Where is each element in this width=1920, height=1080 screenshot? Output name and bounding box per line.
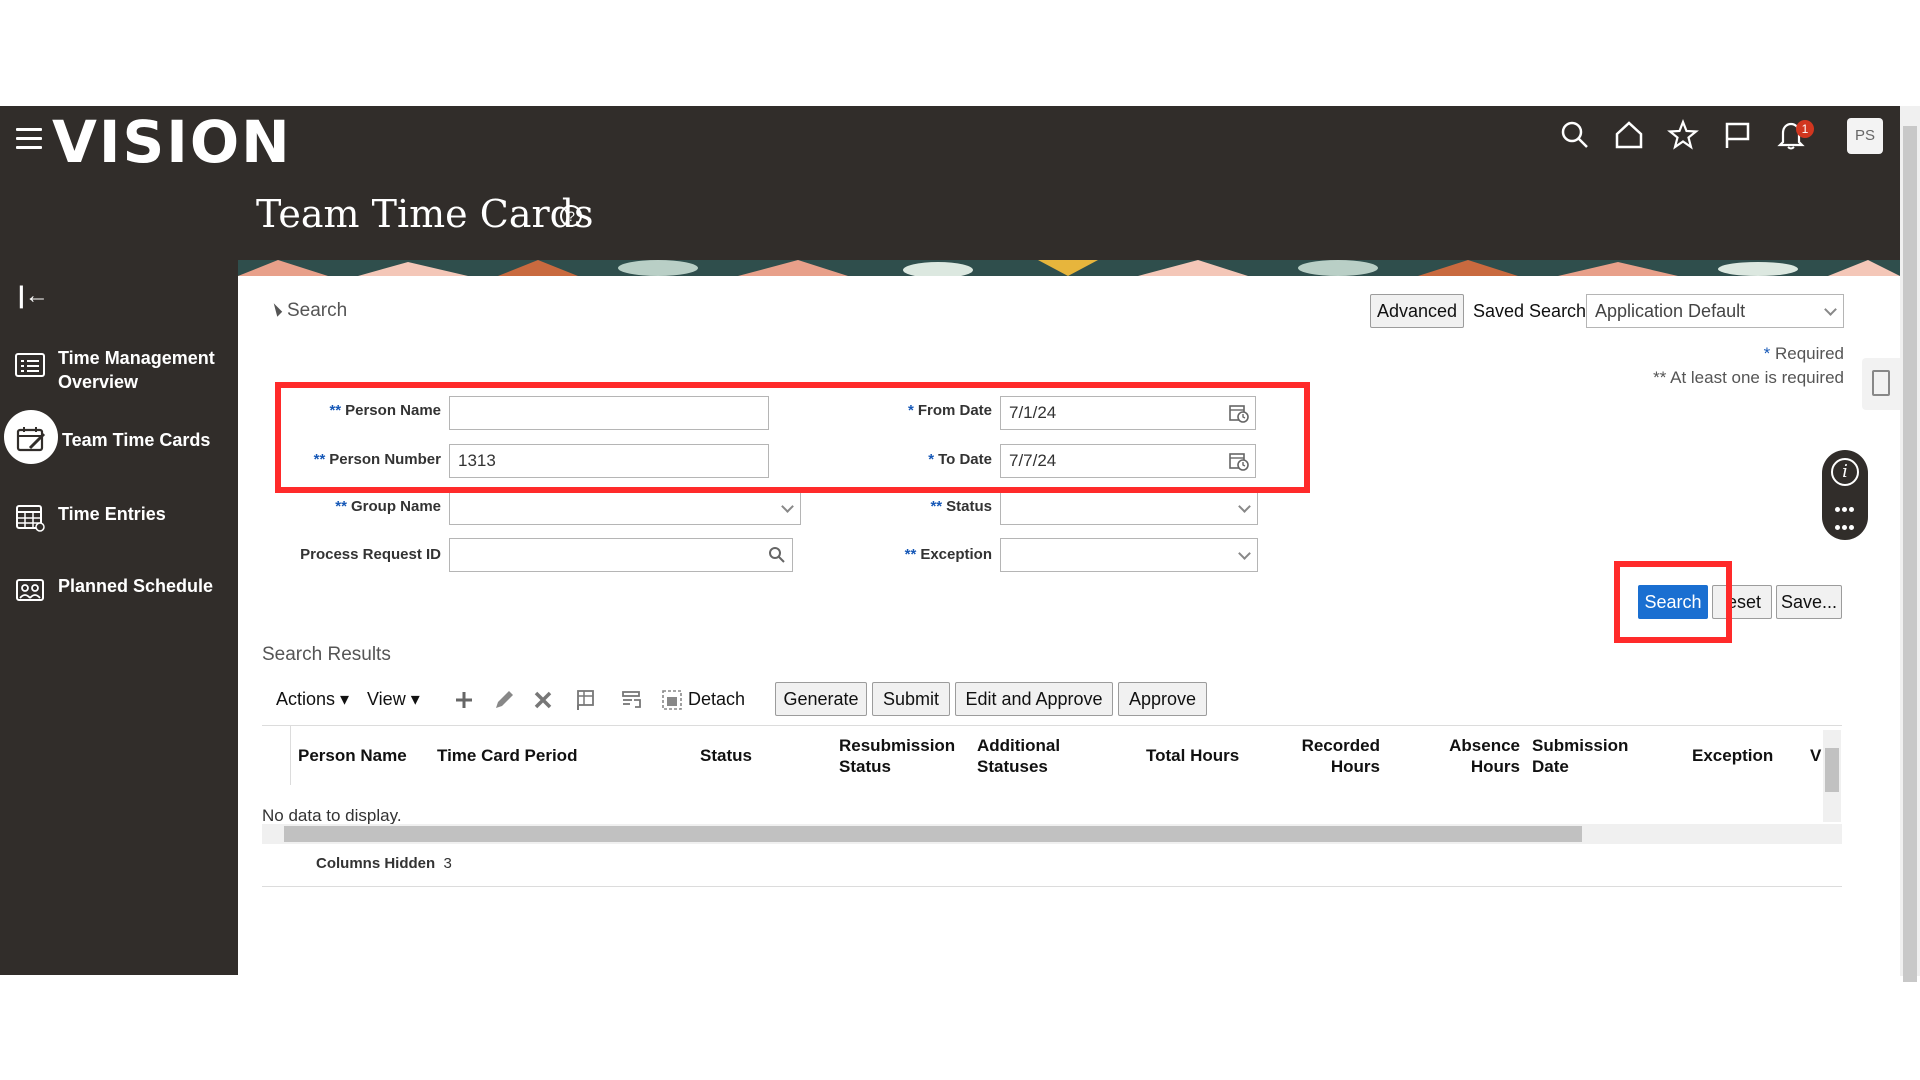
submit-button[interactable]: Submit bbox=[872, 682, 950, 716]
window-vertical-scrollbar[interactable] bbox=[1900, 106, 1920, 982]
column-header-total-hours[interactable]: Total Hours bbox=[1146, 745, 1239, 766]
highlight-box-search bbox=[1614, 561, 1732, 643]
sidebar-item-team-time-cards[interactable]: Team Time Cards bbox=[0, 412, 238, 468]
approve-button[interactable]: Approve bbox=[1118, 682, 1207, 716]
status-select[interactable] bbox=[1000, 491, 1258, 525]
search-results-label: Search Results bbox=[262, 644, 391, 665]
scrollbar-thumb[interactable] bbox=[284, 826, 1582, 842]
empty-table-message: No data to display. bbox=[262, 806, 402, 825]
exception-select[interactable] bbox=[1000, 538, 1258, 572]
saved-search-label: Saved Search bbox=[1473, 301, 1587, 321]
screen: VISION Team Time Cards ? 1 PS |← Time Ma… bbox=[0, 0, 1920, 1080]
sidebar-item-label: Team Time Cards bbox=[62, 430, 211, 450]
column-header-person-name[interactable]: Person Name bbox=[298, 745, 407, 766]
advanced-button[interactable]: Advanced bbox=[1370, 294, 1464, 328]
sidebar-item-time-entries[interactable]: Time Entries bbox=[0, 490, 238, 546]
generate-button[interactable]: Generate bbox=[775, 682, 867, 716]
column-header-time-card-period[interactable]: Time Card Period bbox=[437, 745, 577, 766]
wrap-icon[interactable] bbox=[620, 688, 644, 712]
sidebar-item-label: Time Entries bbox=[58, 504, 166, 524]
freeze-column-icon[interactable] bbox=[572, 688, 596, 712]
app-logo[interactable]: VISION bbox=[52, 108, 292, 176]
search-icon[interactable] bbox=[1558, 118, 1592, 152]
view-menu[interactable]: View ▾ bbox=[367, 689, 420, 710]
table-vertical-scrollbar[interactable] bbox=[1823, 730, 1841, 822]
saved-search-value: Application Default bbox=[1595, 301, 1746, 321]
detach-button[interactable]: Detach bbox=[688, 689, 745, 710]
column-header-additional-statuses[interactable]: Additional Statuses bbox=[977, 735, 1060, 777]
sidebar-item-time-management-overview[interactable]: Time Management Overview bbox=[0, 338, 238, 394]
column-header-submission-date[interactable]: Submission Date bbox=[1532, 735, 1628, 777]
help-icon[interactable]: ? bbox=[560, 205, 582, 227]
table-bottom-border bbox=[262, 886, 1842, 887]
chevron-down-icon bbox=[1824, 303, 1837, 316]
page-title: Team Time Cards bbox=[256, 192, 594, 236]
save-button[interactable]: Save... bbox=[1776, 585, 1842, 619]
chevron-down-icon bbox=[781, 500, 794, 513]
list-icon bbox=[15, 353, 45, 377]
grid-dots-icon[interactable] bbox=[1834, 500, 1858, 548]
search-section-label: Search bbox=[287, 300, 348, 321]
chevron-down-icon bbox=[1238, 547, 1251, 560]
required-legend: * Required ** At least one is required bbox=[1600, 342, 1844, 390]
status-label: ** Status bbox=[930, 498, 992, 515]
info-icon[interactable]: i bbox=[1831, 458, 1859, 486]
at-least-one-star: ** bbox=[1653, 368, 1667, 387]
scrollbar-thumb[interactable] bbox=[1903, 126, 1917, 982]
table-top-border bbox=[262, 725, 1842, 726]
process-request-id-input[interactable] bbox=[449, 538, 793, 572]
add-icon[interactable] bbox=[452, 688, 476, 712]
detach-icon[interactable] bbox=[660, 688, 684, 712]
required-star: * bbox=[1763, 344, 1771, 363]
hamburger-menu-icon[interactable] bbox=[16, 128, 42, 150]
search-icon[interactable] bbox=[768, 546, 786, 564]
column-header-absence-hours[interactable]: Absence Hours bbox=[1428, 735, 1520, 777]
home-icon[interactable] bbox=[1612, 118, 1646, 152]
view-label: View bbox=[367, 689, 406, 709]
calendar-edit-icon bbox=[16, 427, 46, 452]
table-row-header-divider bbox=[290, 725, 291, 785]
process-request-id-label: Process Request ID bbox=[300, 546, 441, 563]
group-name-select[interactable] bbox=[449, 491, 801, 525]
star-icon[interactable] bbox=[1666, 118, 1700, 152]
info-pill[interactable]: i bbox=[1822, 450, 1868, 548]
columns-hidden-count: 3 bbox=[443, 855, 452, 872]
notification-badge: 1 bbox=[1796, 120, 1814, 138]
document-icon bbox=[1872, 370, 1890, 396]
edit-icon[interactable] bbox=[492, 688, 516, 712]
exception-label: ** Exception bbox=[904, 546, 992, 563]
side-panel-tab[interactable] bbox=[1862, 358, 1900, 410]
columns-hidden-status: Columns Hidden 3 bbox=[316, 855, 452, 872]
column-header-resubmission-status[interactable]: Resubmission Status bbox=[839, 735, 955, 777]
sidebar-item-planned-schedule[interactable]: Planned Schedule bbox=[0, 562, 238, 618]
at-least-one-note: At least one is required bbox=[1670, 368, 1844, 387]
sidebar-item-label: Time Management Overview bbox=[58, 348, 215, 392]
grid-calendar-icon bbox=[16, 505, 45, 532]
group-name-label: ** Group Name bbox=[335, 498, 441, 515]
edit-and-approve-button[interactable]: Edit and Approve bbox=[955, 682, 1113, 716]
column-header-exception[interactable]: Exception bbox=[1692, 745, 1773, 766]
actions-label: Actions bbox=[276, 689, 336, 709]
decorative-banner bbox=[238, 260, 1900, 276]
columns-hidden-label: Columns Hidden bbox=[316, 855, 436, 872]
sidebar-item-label: Planned Schedule bbox=[58, 576, 214, 596]
column-header-status[interactable]: Status bbox=[700, 745, 752, 766]
required-note: Required bbox=[1775, 344, 1844, 363]
column-header-recorded-hours[interactable]: Recorded Hours bbox=[1290, 735, 1380, 777]
flag-icon[interactable] bbox=[1720, 118, 1754, 152]
group-icon bbox=[16, 579, 44, 601]
saved-search-select[interactable]: Application Default bbox=[1586, 294, 1844, 328]
highlight-box-fields bbox=[275, 382, 1310, 493]
collapse-sidebar-icon[interactable]: |← bbox=[18, 282, 49, 310]
delete-icon[interactable] bbox=[531, 688, 555, 712]
user-avatar[interactable]: PS bbox=[1847, 118, 1883, 154]
table-horizontal-scrollbar[interactable] bbox=[262, 824, 1842, 844]
search-section-toggle[interactable]: Search bbox=[268, 300, 348, 322]
scrollbar-thumb[interactable] bbox=[1825, 748, 1839, 792]
actions-menu[interactable]: Actions ▾ bbox=[276, 689, 349, 710]
column-header-partial[interactable]: V bbox=[1810, 745, 1821, 766]
chevron-down-icon bbox=[1238, 500, 1251, 513]
